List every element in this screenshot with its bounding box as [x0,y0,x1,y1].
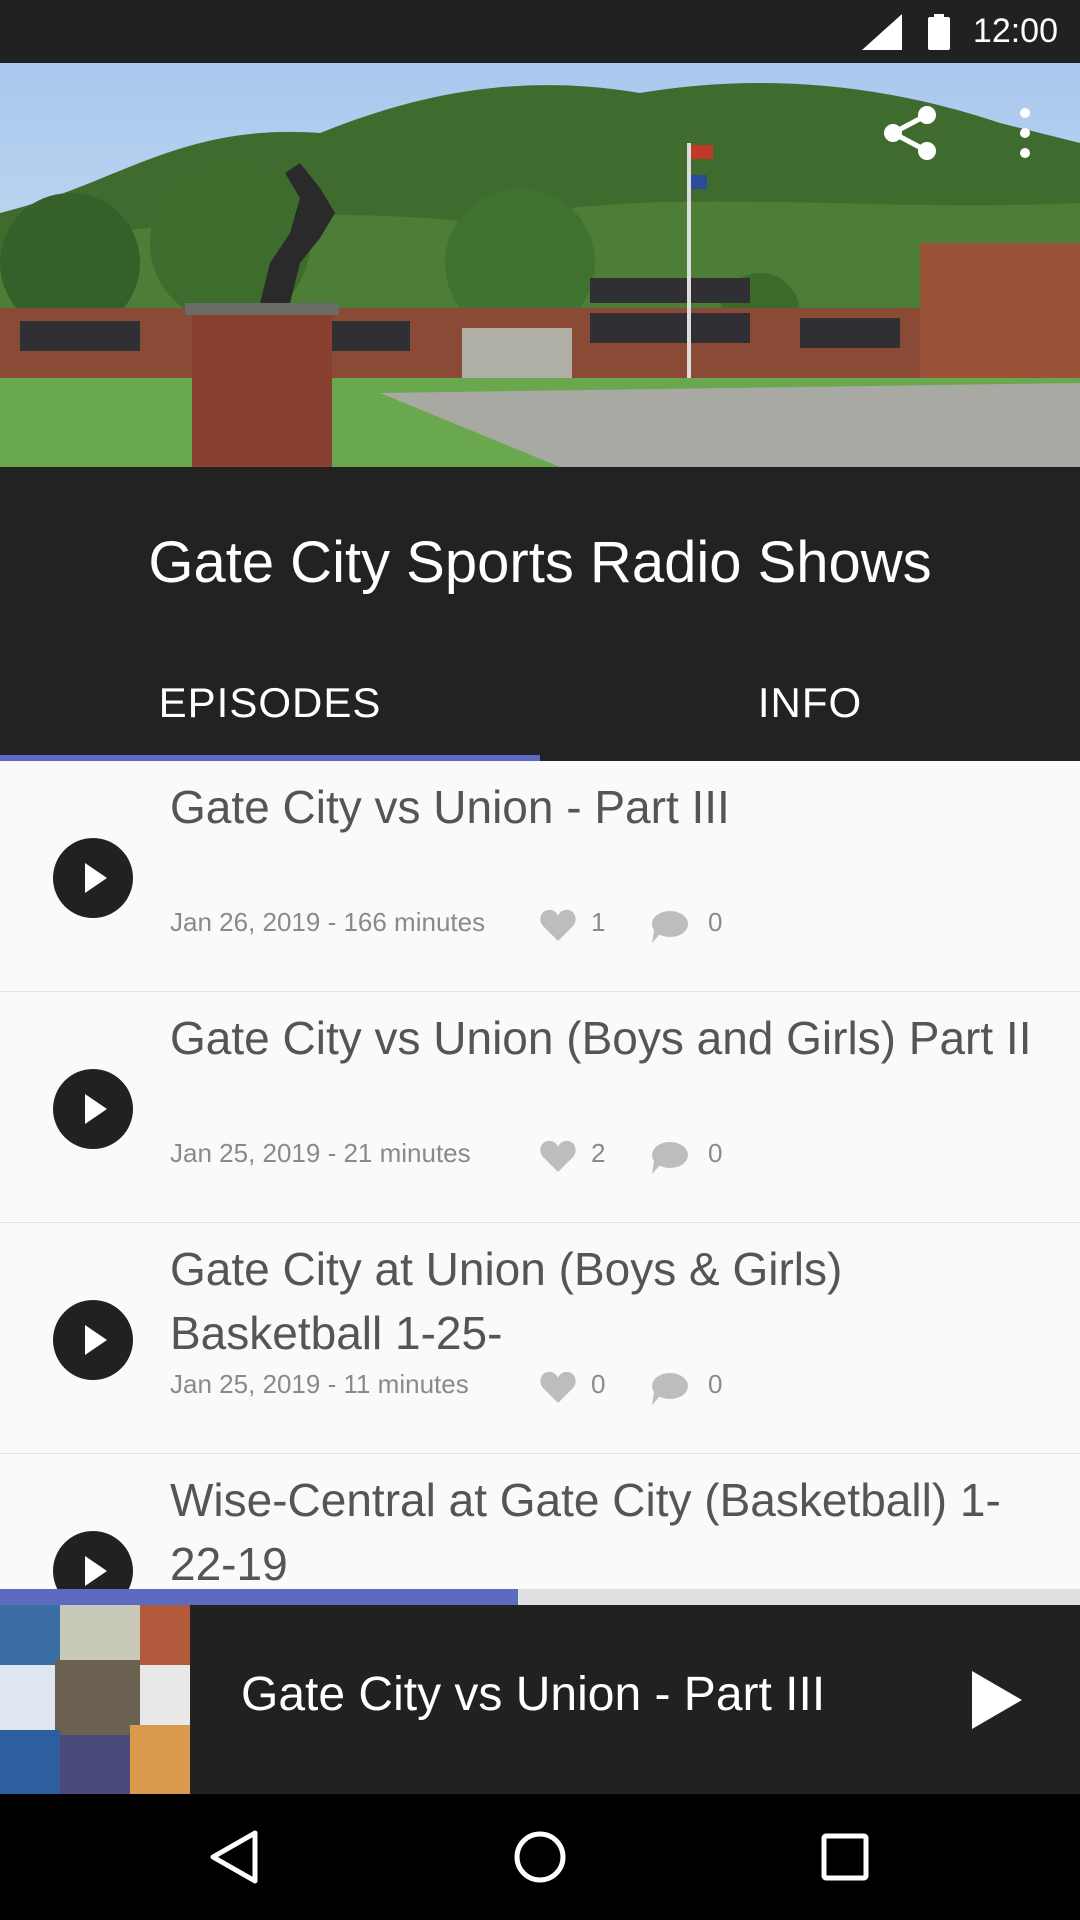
comment-icon[interactable] [650,910,688,944]
show-title: Gate City Sports Radio Shows [148,530,932,595]
episode-meta: Jan 26, 2019 - 166 minutes [170,907,486,937]
comment-icon[interactable] [650,1141,688,1175]
share-icon[interactable] [880,103,940,163]
like-count: 2 [591,1138,606,1168]
play-button[interactable] [53,1069,133,1149]
playback-progress[interactable] [0,1589,1080,1605]
like-count: 0 [591,1369,606,1399]
status-time: 12:00 [972,12,1058,50]
player-artwork [0,1605,190,1794]
more-vert-icon[interactable] [1010,103,1040,163]
mini-player[interactable]: Gate City vs Union - Part III [0,1605,1080,1794]
signal-icon [862,14,902,50]
episode-title[interactable]: Gate City at Union (Boys & Girls) Basket… [170,1237,1050,1365]
tab-info[interactable]: INFO [540,645,1080,761]
tab-episodes[interactable]: EPISODES [0,645,540,761]
play-button[interactable] [53,838,133,918]
like-count: 1 [591,907,606,937]
episode-meta: Jan 25, 2019 - 11 minutes [170,1369,469,1399]
show-header: Gate City Sports Radio Shows EPISODES IN… [0,467,1080,761]
episode-row[interactable]: Wise-Central at Gate City (Basketball) 1… [0,1454,1080,1589]
heart-icon[interactable] [539,1139,577,1173]
navigation-bar [0,1794,1080,1920]
episode-title[interactable]: Wise-Central at Gate City (Basketball) 1… [170,1468,1050,1589]
episode-title[interactable]: Gate City vs Union (Boys and Girls) Part… [170,1006,1050,1070]
heart-icon[interactable] [539,908,577,942]
battery-icon [928,14,950,50]
player-title: Gate City vs Union - Part III [241,1668,826,1721]
play-button[interactable] [53,1531,133,1589]
episode-row[interactable]: Gate City vs Union (Boys and Girls) Part… [0,992,1080,1224]
heart-icon[interactable] [539,1370,577,1404]
hero-image [0,63,1080,467]
comment-count: 0 [708,1369,723,1399]
episode-row[interactable]: Gate City at Union (Boys & Girls) Basket… [0,1223,1080,1455]
tab-bar: EPISODES INFO [0,645,1080,761]
status-bar: 12:00 [0,0,1080,63]
home-icon[interactable] [510,1827,570,1887]
playback-progress-fill [0,1589,519,1605]
comment-icon[interactable] [650,1372,688,1406]
comment-count: 0 [708,1138,723,1168]
episode-row[interactable]: Gate City vs Union - Part III Jan 26, 20… [0,761,1080,993]
recents-icon[interactable] [815,1827,875,1887]
play-button[interactable] [53,1300,133,1380]
comment-count: 0 [708,907,723,937]
back-icon[interactable] [205,1827,265,1887]
episode-title[interactable]: Gate City vs Union - Part III [170,775,1050,839]
episode-list[interactable]: Gate City vs Union - Part III Jan 26, 20… [0,761,1080,1589]
play-icon[interactable] [960,1665,1030,1735]
episode-meta: Jan 25, 2019 - 21 minutes [170,1138,471,1168]
